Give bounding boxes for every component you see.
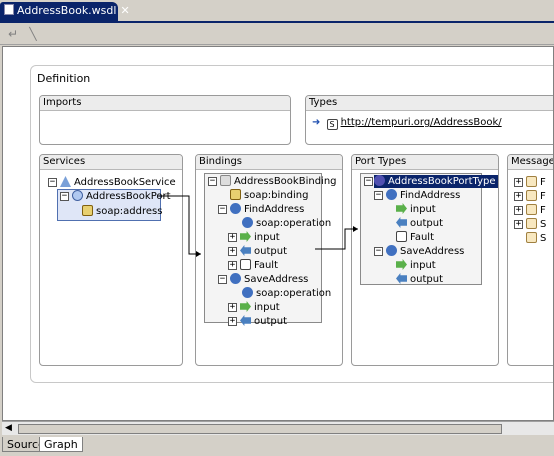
binding-to-porttype-connector: [315, 228, 358, 250]
editor-page-tabs: Source Graph: [0, 436, 554, 456]
horizontal-scrollbar[interactable]: ◀: [2, 421, 554, 435]
editor-tab[interactable]: AddressBook.wsdl ✕: [0, 2, 130, 22]
connector-arrowhead: [196, 251, 201, 257]
graph-canvas[interactable]: Definition Imports Types ➜ Shttp://tempu…: [2, 46, 554, 421]
toolbar: ↵ ╲: [0, 23, 554, 45]
close-icon[interactable]: ✕: [120, 4, 129, 17]
editor-tab-title: AddressBook.wsdl: [17, 4, 117, 17]
port-to-binding-connector: [158, 195, 201, 255]
tab-graph[interactable]: Graph: [39, 437, 83, 452]
link-icon[interactable]: ╲: [26, 27, 40, 41]
scrollbar-thumb[interactable]: [18, 424, 502, 434]
connector-lines: [158, 195, 358, 257]
connector-arrowhead: [353, 226, 358, 232]
scroll-left-icon[interactable]: ◀: [5, 423, 12, 433]
back-arrow-icon[interactable]: ↵: [6, 27, 20, 41]
wsdl-file-icon: [4, 4, 14, 15]
